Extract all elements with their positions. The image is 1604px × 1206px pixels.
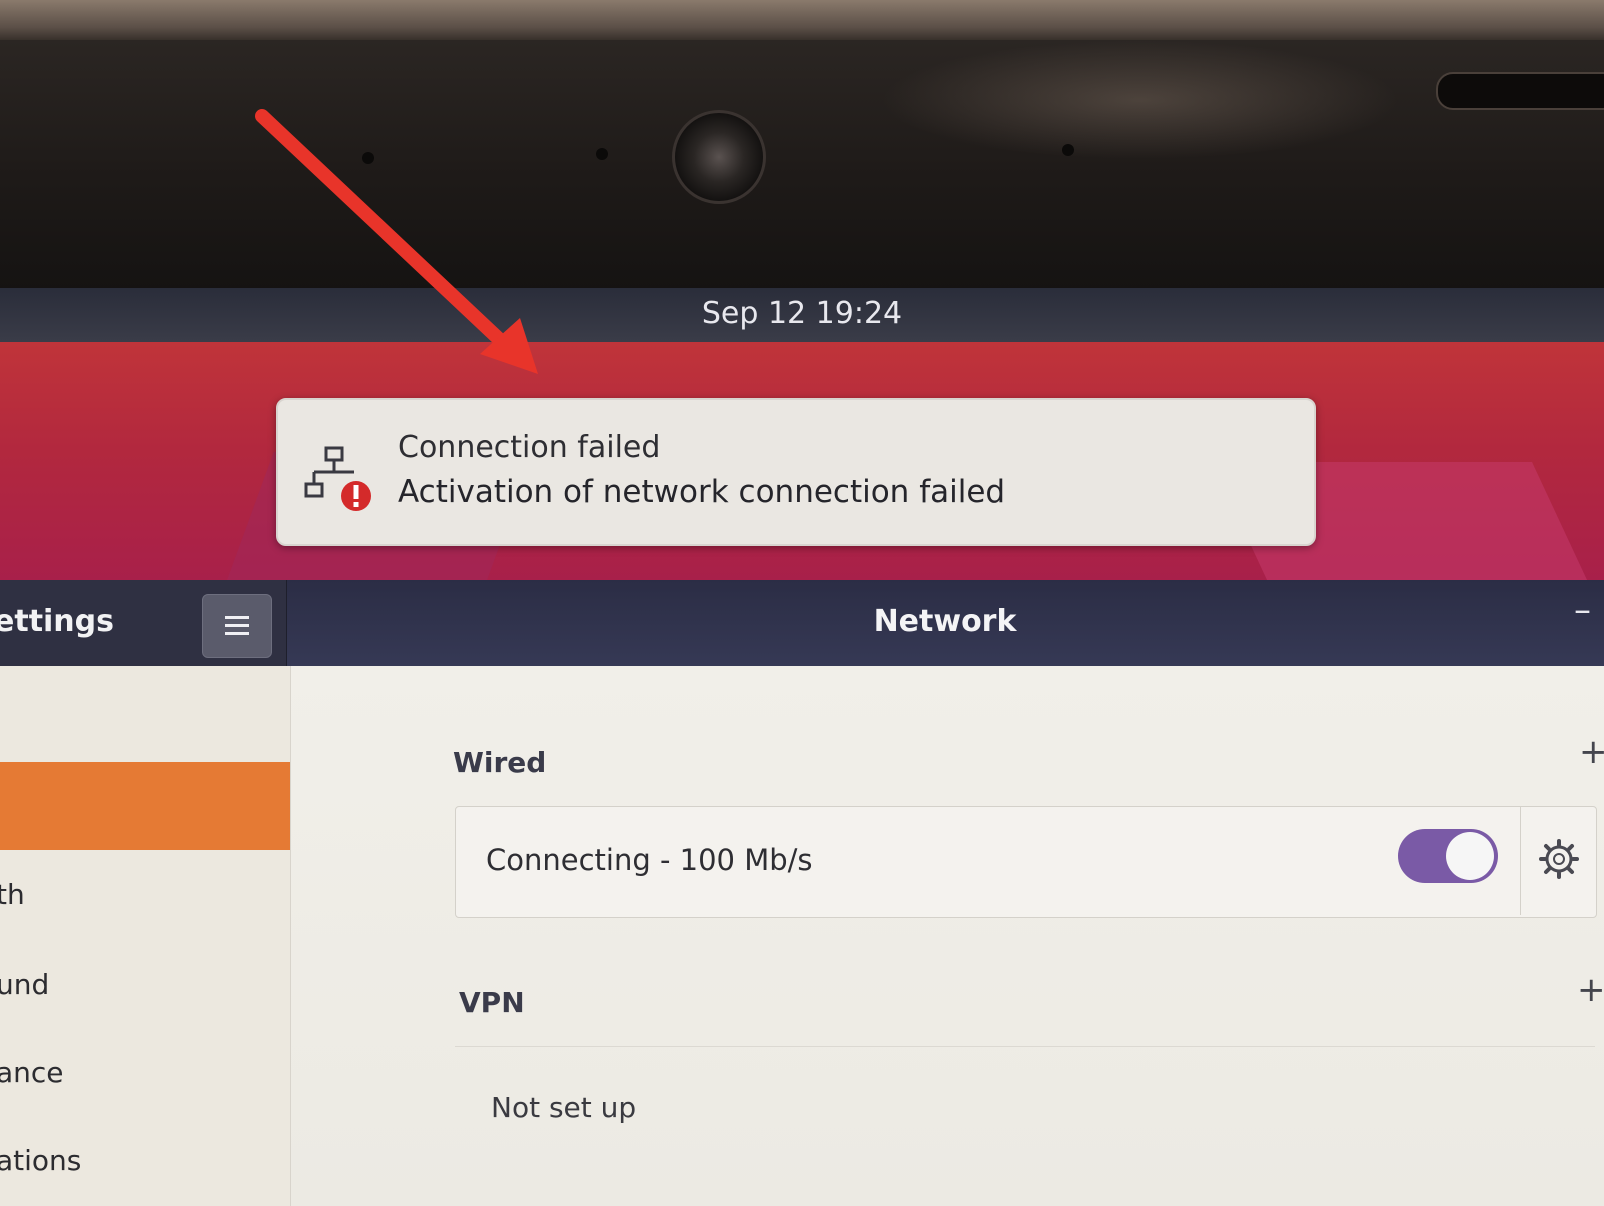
vpn-row: Not set up	[455, 1046, 1595, 1177]
bezel-sensor	[362, 152, 374, 164]
sidebar-header: ettings	[0, 580, 287, 666]
gear-icon	[1539, 839, 1579, 879]
wired-toggle[interactable]	[1398, 829, 1498, 883]
minimize-button[interactable]: –	[1574, 590, 1591, 630]
hamburger-icon	[225, 616, 249, 635]
notification-banner[interactable]: Connection failed Activation of network …	[276, 398, 1316, 546]
network-panel: Wired + Connecting - 100 Mb/s VPN + Not …	[291, 666, 1604, 1206]
network-error-icon	[304, 446, 371, 511]
webcam-icon	[672, 110, 766, 204]
bezel-top-edge	[0, 0, 1604, 45]
bezel-sensor	[1062, 144, 1074, 156]
sidebar-item-notifications[interactable]: ations	[0, 1144, 81, 1177]
sidebar-item-background[interactable]: und	[0, 968, 49, 1001]
desktop-wallpaper: Connection failed Activation of network …	[0, 342, 1604, 582]
add-vpn-button[interactable]: +	[1577, 970, 1604, 1010]
bezel-reflection	[880, 40, 1400, 160]
settings-sidebar: th und ance ations	[0, 666, 291, 1206]
clock[interactable]: Sep 12 19:24	[0, 296, 1604, 331]
bezel-sensor	[596, 148, 608, 160]
menu-button[interactable]	[202, 594, 272, 658]
sidebar-item-appearance[interactable]: ance	[0, 1056, 64, 1089]
sidebar-item-bluetooth[interactable]: th	[0, 878, 25, 911]
wired-settings-button[interactable]	[1520, 807, 1597, 915]
screen: Sep 12 19:24 Connection failed Activatio…	[0, 288, 1604, 1206]
vpn-status: Not set up	[491, 1091, 637, 1124]
sidebar-item-network-selected[interactable]	[0, 762, 290, 850]
top-bar: Sep 12 19:24	[0, 288, 1604, 342]
settings-title: ettings	[0, 604, 114, 639]
wired-connection-row: Connecting - 100 Mb/s	[455, 806, 1597, 918]
notification-body: Activation of network connection failed	[398, 474, 1006, 510]
wired-status: Connecting - 100 Mb/s	[486, 843, 813, 877]
add-wired-button[interactable]: +	[1579, 732, 1604, 772]
vpn-section-label: VPN	[459, 986, 525, 1019]
settings-headerbar: ettings Network –	[0, 580, 1604, 666]
wired-section-label: Wired	[453, 746, 547, 779]
toggle-knob	[1446, 832, 1494, 880]
bezel-slot	[1436, 72, 1604, 110]
page-title: Network	[873, 604, 1017, 639]
notification-title: Connection failed	[398, 430, 661, 465]
